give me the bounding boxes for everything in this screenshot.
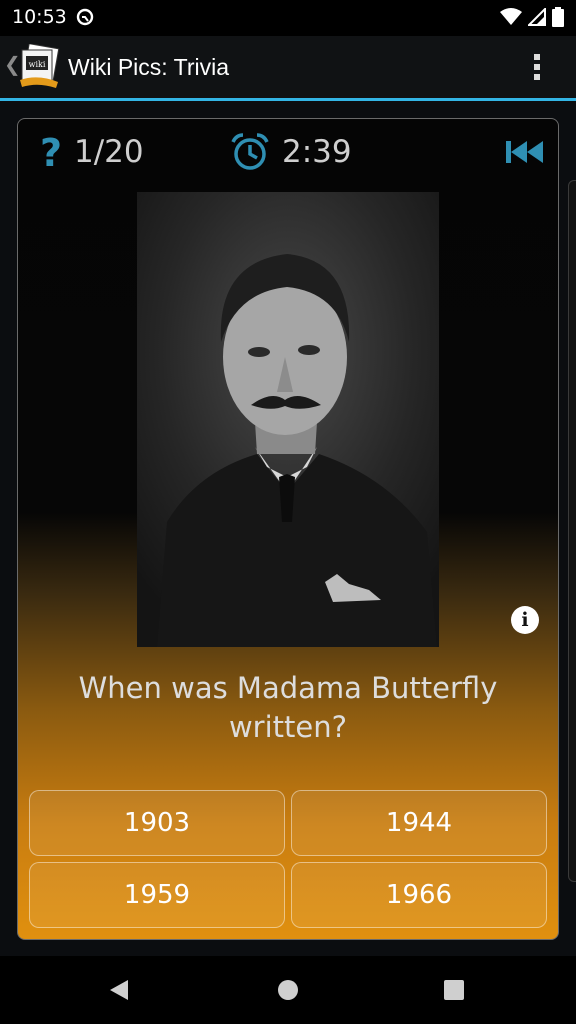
triangle-back-icon[interactable]	[108, 978, 132, 1002]
skip-back-icon[interactable]	[506, 139, 544, 165]
status-bar: 10:53	[0, 0, 576, 36]
overflow-dot	[534, 74, 540, 80]
wifi-icon	[500, 8, 522, 25]
square-recents-icon[interactable]	[443, 979, 465, 1001]
overflow-dot	[534, 54, 540, 60]
system-navigation-bar	[0, 956, 576, 1024]
quiz-card: ? 1/20 2:39 i When was Madama Butterfly …	[17, 118, 559, 940]
battery-icon	[552, 7, 564, 27]
countdown-timer: 2:39	[282, 134, 352, 170]
question-text: When was Madama Butterfly written?	[78, 671, 498, 744]
next-card-edge[interactable]	[568, 180, 576, 882]
status-time: 10:53	[12, 6, 67, 28]
question-mark-icon: ?	[40, 131, 63, 175]
info-icon[interactable]: i	[511, 606, 539, 634]
question-progress: 1/20	[74, 134, 144, 170]
status-icons	[500, 6, 564, 28]
overflow-menu-button[interactable]	[530, 52, 544, 84]
alarm-clock-icon	[231, 133, 269, 170]
answer-button-1[interactable]: 1903	[29, 790, 285, 856]
notification-app-icon	[76, 8, 94, 26]
app-logo[interactable]: wiki	[18, 44, 60, 90]
answer-button-4[interactable]: 1966	[291, 862, 547, 928]
app-title: Wiki Pics: Trivia	[68, 54, 229, 80]
overflow-dot	[534, 64, 540, 70]
app-logo-text: wiki	[29, 60, 46, 69]
cell-signal-icon	[528, 8, 546, 26]
circle-home-icon[interactable]	[277, 979, 299, 1001]
answer-button-2[interactable]: 1944	[291, 790, 547, 856]
trivia-photo[interactable]	[137, 192, 439, 647]
answer-button-3[interactable]: 1959	[29, 862, 285, 928]
